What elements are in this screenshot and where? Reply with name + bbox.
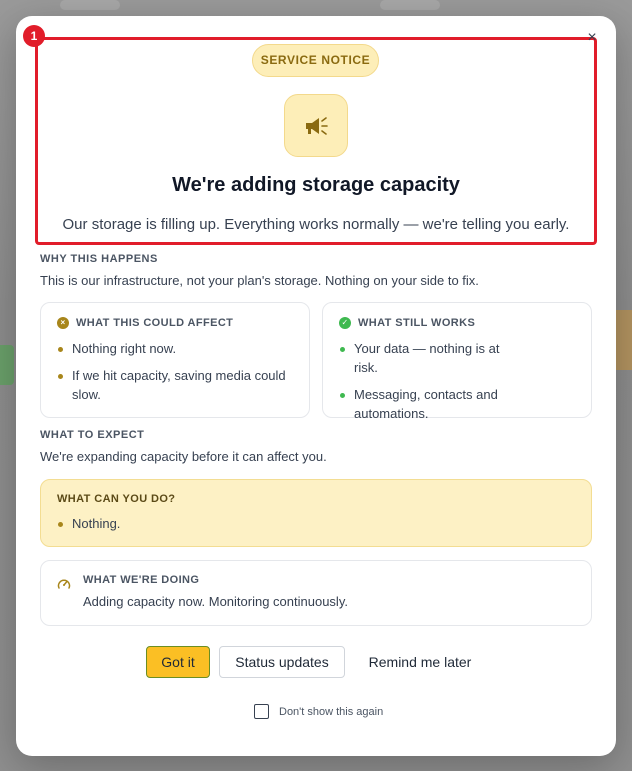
works-label: WHAT STILL WORKS	[358, 317, 476, 329]
list-item: If we hit capacity, saving media could s…	[57, 366, 297, 404]
remind-me-later-button[interactable]: Remind me later	[356, 646, 484, 678]
works-list: Your data — nothing is at risk. Messagin…	[339, 339, 519, 431]
list-item: Nothing right now.	[57, 339, 297, 358]
list-item: Nothing.	[57, 514, 120, 533]
got-it-button[interactable]: Got it	[146, 646, 210, 678]
check-circle-icon: ✓	[339, 317, 351, 329]
affect-label: WHAT THIS COULD AFFECT	[76, 317, 234, 329]
backdrop-accent	[616, 310, 632, 370]
service-notice-pill: SERVICE NOTICE	[252, 44, 379, 77]
what-can-you-do-callout: WHAT CAN YOU DO? Nothing.	[40, 479, 592, 547]
doing-text: Adding capacity now. Monitoring continuo…	[83, 594, 348, 609]
service-notice-modal: × 1 SERVICE NOTICE We're adding storage …	[16, 16, 616, 756]
list-item: Your data — nothing is at risk.	[339, 339, 519, 377]
warning-x-icon: ×	[57, 317, 69, 329]
gauge-icon	[57, 579, 71, 589]
notice-header: SERVICE NOTICE We're adding storage capa…	[16, 16, 616, 246]
close-button[interactable]: ×	[584, 30, 600, 46]
dont-show-label: Don't show this again	[279, 705, 384, 718]
backdrop-accent	[0, 345, 14, 385]
works-card: ✓ WHAT STILL WORKS Your data — nothing i…	[322, 302, 592, 421]
affect-card: × WHAT THIS COULD AFFECT Nothing right n…	[40, 302, 310, 418]
close-icon: ×	[587, 29, 597, 46]
why-text: This is our infrastructure, not your pla…	[40, 273, 479, 288]
can-do-label: WHAT CAN YOU DO?	[57, 493, 176, 505]
expect-label: WHAT TO EXPECT	[40, 429, 145, 441]
list-item: Messaging, contacts and automations.	[339, 385, 519, 423]
expect-text: We're expanding capacity before it can a…	[40, 449, 327, 464]
doing-label: WHAT WE'RE DOING	[83, 574, 200, 586]
status-updates-button[interactable]: Status updates	[219, 646, 345, 678]
can-do-list: Nothing.	[57, 514, 120, 541]
megaphone-icon	[306, 116, 328, 135]
highlight-badge: 1	[23, 25, 45, 47]
notice-subtitle: Our storage is filling up. Everything wo…	[62, 216, 570, 233]
what-were-doing-card: WHAT WE'RE DOING Adding capacity now. Mo…	[40, 560, 592, 626]
dont-show-checkbox[interactable]	[254, 704, 269, 719]
icon-tile	[284, 94, 348, 157]
dont-show-again-row[interactable]: Don't show this again	[254, 704, 383, 719]
affect-list: Nothing right now. If we hit capacity, s…	[57, 339, 297, 412]
notice-title: We're adding storage capacity	[172, 174, 460, 196]
why-label: WHY THIS HAPPENS	[40, 253, 158, 265]
